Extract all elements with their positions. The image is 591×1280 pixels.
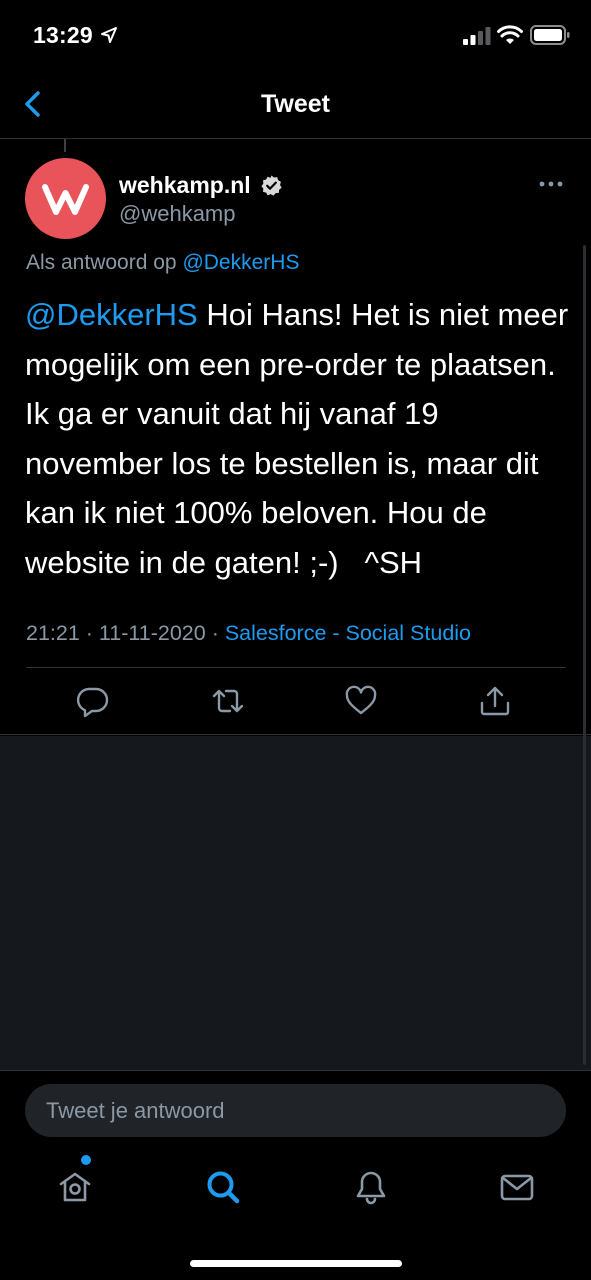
like-icon[interactable] xyxy=(344,684,378,718)
tweet-text: @DekkerHS Hoi Hans! Het is niet meer mog… xyxy=(25,290,570,587)
reply-context-prefix: Als antwoord op xyxy=(26,251,183,274)
bottom-bar xyxy=(0,1070,591,1280)
author-name[interactable]: wehkamp.nl xyxy=(119,172,251,199)
location-arrow-icon xyxy=(101,27,117,43)
tweet-source[interactable]: Salesforce - Social Studio xyxy=(225,621,471,645)
tweet-mention[interactable]: @DekkerHS xyxy=(25,297,198,332)
home-indicator[interactable] xyxy=(190,1260,402,1267)
reply-context: Als antwoord op @DekkerHS xyxy=(26,251,299,275)
nav-bar: Tweet xyxy=(0,70,591,139)
tweet-date: 11-11-2020 xyxy=(98,621,206,645)
thread-connector xyxy=(64,139,66,152)
meta-separator: · xyxy=(79,621,99,645)
verified-badge-icon xyxy=(261,175,282,196)
empty-replies-area xyxy=(0,736,591,1070)
more-options-icon[interactable] xyxy=(537,174,565,194)
search-icon[interactable] xyxy=(203,1167,243,1207)
reply-context-mention[interactable]: @DekkerHS xyxy=(182,251,299,274)
tweet-meta: 21:21 · 11-11-2020 · Salesforce - Social… xyxy=(26,621,471,646)
status-bar: 13:29 xyxy=(0,0,591,70)
notifications-icon[interactable] xyxy=(351,1167,391,1207)
cellular-signal-icon xyxy=(463,27,491,45)
page-title: Tweet xyxy=(261,90,330,118)
action-bar xyxy=(0,668,591,735)
author-handle[interactable]: @wehkamp xyxy=(119,201,236,227)
retweet-icon[interactable] xyxy=(211,684,245,718)
screen: 13:29 Tweet wehkamp.nl @wehkamp Als antw… xyxy=(0,0,591,1280)
status-time: 13:29 xyxy=(33,22,93,48)
wehkamp-logo xyxy=(42,184,89,215)
tweet-time: 21:21 xyxy=(26,621,80,645)
scroll-indicator[interactable] xyxy=(583,245,586,1065)
home-icon[interactable] xyxy=(55,1167,95,1207)
reply-input[interactable] xyxy=(25,1084,566,1137)
avatar[interactable] xyxy=(25,158,106,239)
home-notification-dot xyxy=(81,1155,91,1165)
meta-separator: · xyxy=(205,621,225,645)
share-icon[interactable] xyxy=(478,684,512,718)
messages-icon[interactable] xyxy=(497,1167,537,1207)
tweet-body: Hoi Hans! Het is niet meer mogelijk om e… xyxy=(25,297,577,580)
battery-icon xyxy=(530,25,570,45)
reply-icon[interactable] xyxy=(76,684,110,718)
wifi-icon xyxy=(497,25,523,44)
